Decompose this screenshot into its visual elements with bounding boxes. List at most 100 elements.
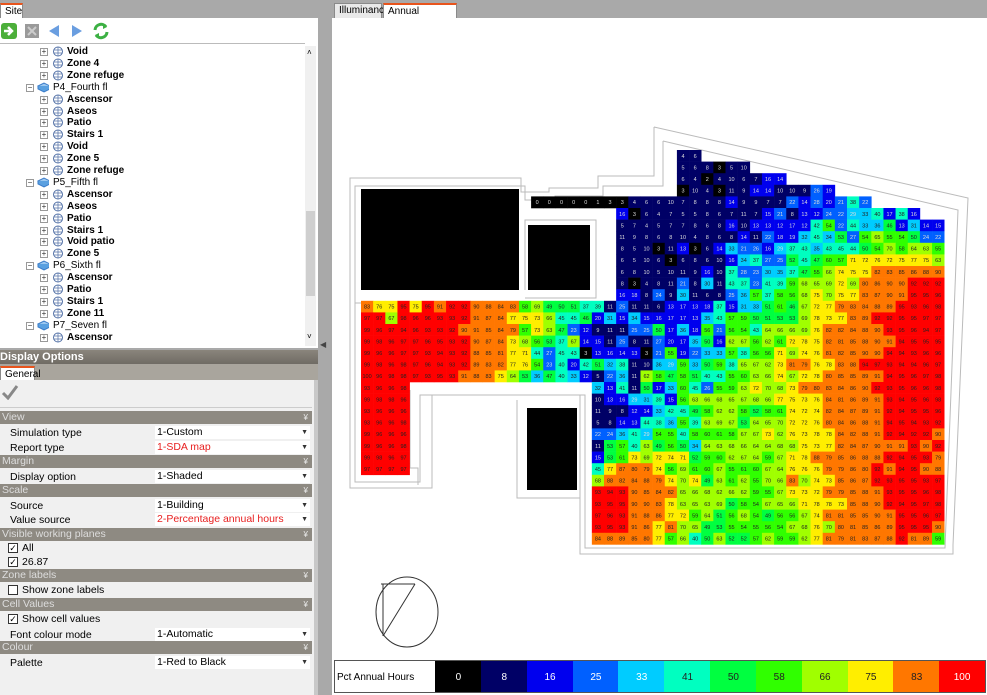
cell-value-label: 93: [425, 328, 431, 334]
cell-value-label: 44: [643, 421, 649, 427]
cell-value-label: 91: [473, 328, 479, 334]
cell-value-label: 49: [704, 479, 710, 485]
cell-value-label: 68: [777, 444, 783, 450]
cell-value-label: 5: [596, 421, 599, 427]
cell-value-label: 96: [923, 305, 929, 311]
cell-value-label: 58: [522, 305, 528, 311]
cell-value-label: 56: [777, 513, 783, 519]
cell-value-label: 95: [899, 328, 905, 334]
cell-value-label: 83: [826, 386, 832, 392]
cell-value-label: 95: [911, 397, 917, 403]
cell-value-label: 72: [862, 258, 868, 264]
cell-value-label: 98: [388, 397, 394, 403]
cell-value-label: 38: [656, 421, 662, 427]
cell-value-label: 36: [619, 432, 625, 438]
cell-value-label: 8: [791, 212, 794, 218]
cell-value-label: 96: [376, 328, 382, 334]
cell-value-label: 94: [899, 397, 905, 403]
cell-value-label: 80: [814, 386, 820, 392]
cell-value-label: 10: [643, 363, 649, 369]
cell-value-label: 1: [596, 200, 599, 206]
cell-value-label: 85: [850, 351, 856, 357]
cell-value-label: 84: [838, 421, 844, 427]
cell-value-label: 63: [704, 421, 710, 427]
cell-value-label: 95: [911, 293, 917, 299]
cell-value-label: 81: [826, 537, 832, 543]
cell-value-label: 33: [753, 305, 759, 311]
cell-value-label: 8: [694, 200, 697, 206]
cell-value-label: 63: [643, 444, 649, 450]
cell-value-label: 89: [619, 537, 625, 543]
cell-value-label: 76: [814, 467, 820, 473]
cell-value-label: 14: [777, 177, 783, 183]
cell-value-label: 97: [874, 363, 880, 369]
cell-value-label: 96: [425, 339, 431, 345]
cell-value-label: 76: [801, 467, 807, 473]
cell-value-label: 57: [619, 444, 625, 450]
cell-value-label: 4: [645, 281, 648, 287]
cell-value-label: 11: [595, 444, 601, 450]
cell-value-label: 69: [789, 351, 795, 357]
cell-value-label: 94: [899, 363, 905, 369]
cell-value-label: 81: [668, 525, 674, 531]
cell-value-label: 84: [595, 537, 601, 543]
cell-value-label: 40: [558, 374, 564, 380]
cell-value-label: 24: [656, 293, 662, 299]
cell-value-label: 10: [595, 397, 601, 403]
cell-value-label: 61: [777, 409, 783, 415]
cell-value-label: 23: [753, 281, 759, 287]
cell-value-label: 82: [838, 444, 844, 450]
cell-value-label: 88: [643, 479, 649, 485]
cell-value-label: 97: [400, 455, 406, 461]
cell-value-label: 71: [789, 455, 795, 461]
cell-value-label: 10: [692, 189, 698, 195]
cell-value-label: 74: [801, 351, 807, 357]
cell-value-label: 94: [899, 409, 905, 415]
cell-value-label: 64: [704, 513, 710, 519]
cell-value-label: 84: [656, 490, 662, 496]
cell-value-label: 17: [668, 316, 674, 322]
cell-value-label: 82: [838, 328, 844, 334]
cell-value-label: 86: [850, 455, 856, 461]
cell-value-label: 98: [400, 316, 406, 322]
cell-value-label: 52: [692, 455, 698, 461]
cell-value-label: 83: [364, 305, 370, 311]
cell-value-label: 21: [656, 351, 662, 357]
cell-value-label: 19: [789, 235, 795, 241]
cell-value-label: 96: [923, 513, 929, 519]
cell-value-label: 58: [899, 247, 905, 253]
cell-value-label: 83: [510, 305, 516, 311]
cell-value-label: 5: [694, 212, 697, 218]
cell-value-label: 95: [899, 479, 905, 485]
cell-value-label: 50: [729, 502, 735, 508]
cell-value-label: 93: [595, 502, 601, 508]
cell-value-label: 84: [838, 386, 844, 392]
legend-swatch: 16: [526, 660, 574, 693]
cell-value-label: 81: [789, 363, 795, 369]
cell-value-label: 67: [789, 525, 795, 531]
cell-value-label: 58: [704, 409, 710, 415]
cell-value-label: 11: [632, 363, 638, 369]
cell-value-label: 44: [850, 223, 856, 229]
floor-plan: 4 65 6 8 3 5 106 4 2 4 10 6 7 16 143 10 4 3 11 9 14 14 10 10 9 26…: [349, 126, 969, 648]
cell-value-label: 52: [789, 258, 795, 264]
cell-value-label: 67: [741, 397, 747, 403]
cell-value-label: 8: [730, 235, 733, 241]
cell-value-label: 77: [656, 537, 662, 543]
cell-value-label: 85: [838, 374, 844, 380]
cell-value-label: 98: [935, 490, 941, 496]
cell-value-label: 94: [886, 374, 892, 380]
cell-value-label: 15: [619, 316, 625, 322]
cell-value-label: 37: [716, 305, 722, 311]
cell-value-label: 96: [376, 374, 382, 380]
cell-value-label: 5: [681, 212, 684, 218]
cell-value-label: 56: [668, 467, 674, 473]
cell-value-label: 56: [789, 293, 795, 299]
cell-value-label: 21: [741, 247, 747, 253]
cell-value-label: 80: [826, 374, 832, 380]
cell-value-label: 63: [923, 247, 929, 253]
cell-value-label: 14: [753, 189, 759, 195]
cell-value-label: 20: [668, 339, 674, 345]
cell-value-label: 67: [753, 432, 759, 438]
cell-value-label: 90: [631, 490, 637, 496]
